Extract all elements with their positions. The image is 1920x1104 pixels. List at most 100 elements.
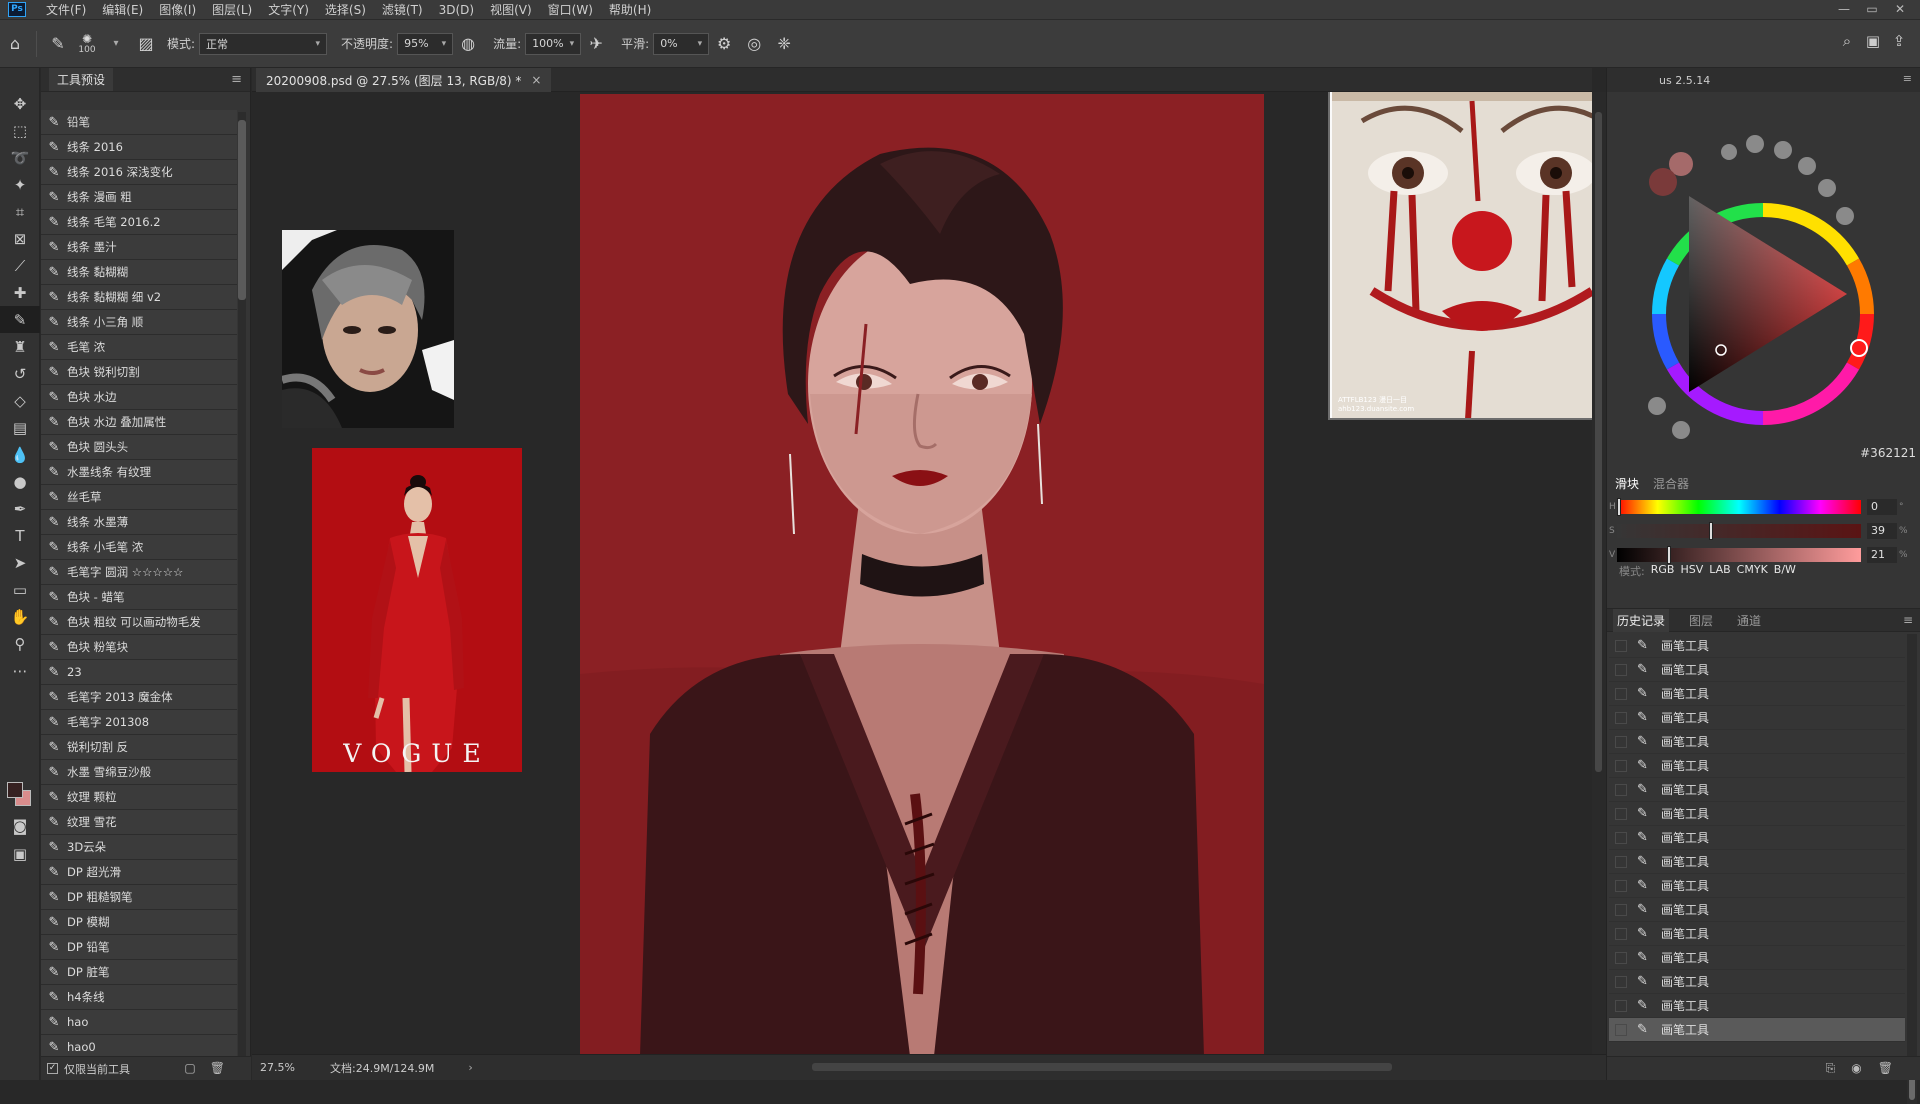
preset-item[interactable]: ✎ 色块 锐利切割 [41,360,237,385]
foreground-color-swatch[interactable] [7,782,23,798]
pressure-opacity-icon[interactable]: ◍ [456,32,480,56]
preset-item[interactable]: ✎ 3D云朵 [41,835,237,860]
brightness-value[interactable]: 21 [1867,547,1897,563]
history-scrollbar[interactable] [1907,634,1917,1104]
tab-sliders[interactable]: 滑块 [1615,475,1639,492]
history-item[interactable]: ✎ 画笔工具 [1609,826,1905,850]
document-tab[interactable]: 20200908.psd @ 27.5% (图层 13, RGB/8) * × [256,68,552,92]
history-item[interactable]: ✎ 画笔工具 [1609,898,1905,922]
history-snapshot-checkbox[interactable] [1615,807,1627,820]
restore-button[interactable]: ▭ [1858,0,1886,18]
preset-item[interactable]: ✎ 线条 小三角 顺 [41,310,237,335]
trash-icon[interactable]: 🗑 [1878,1061,1909,1075]
reference-image-red-dress[interactable]: VOGUE [312,448,522,772]
symmetry-icon[interactable]: ❈ [772,32,796,56]
history-snapshot-checkbox[interactable] [1615,783,1627,796]
slider-handle[interactable] [1667,546,1671,564]
history-brush-icon[interactable]: ↺ [0,360,40,387]
history-item[interactable]: ✎ 画笔工具 [1609,994,1905,1018]
type-icon[interactable]: T [0,522,40,549]
preset-item[interactable]: ✎ 水墨线条 有纹理 [41,460,237,485]
preset-item[interactable]: ✎ 纹理 雪花 [41,810,237,835]
history-item[interactable]: ✎ 画笔工具 [1609,778,1905,802]
preset-item[interactable]: ✎ DP 模糊 [41,910,237,935]
history-snapshot-checkbox[interactable] [1615,639,1627,652]
pen-icon[interactable]: ✒ [0,495,40,522]
menu-layer[interactable]: 图层(L) [204,0,260,20]
history-item[interactable]: ✎ 画笔工具 [1609,850,1905,874]
eyedropper-icon[interactable]: ⟋ [0,252,40,279]
panel-menu-icon[interactable]: ≡ [1903,613,1913,627]
presets-scrollbar[interactable] [238,112,246,1064]
menu-select[interactable]: 选择(S) [317,0,374,20]
preset-item[interactable]: ✎ 铅笔 [41,110,237,135]
magic-wand-icon[interactable]: ✦ [0,171,40,198]
search-icon[interactable]: ⌕ [1834,32,1860,50]
smoothing-input[interactable]: 0% ▾ [653,32,710,55]
eraser-icon[interactable]: ◇ [0,387,40,414]
reference-image-clown-face[interactable]: ATTFLB123 漫日一目 ahb123.duansite.com [1328,92,1592,420]
color-wheel-area[interactable] [1607,92,1920,472]
new-document-icon[interactable]: ⎘ [1826,1061,1852,1075]
mode-bw[interactable]: B/W [1774,563,1796,579]
home-icon[interactable]: ⌂ [3,32,27,56]
marquee-icon[interactable]: ⬚ [0,117,40,144]
preset-item[interactable]: ✎ 线条 漫画 粗 [41,185,237,210]
preset-item[interactable]: ✎ h4条线 [41,985,237,1010]
artboard-painting[interactable] [580,94,1264,1054]
slider-handle[interactable] [1709,522,1713,540]
preset-item[interactable]: ✎ 色块 粗纹 可以画动物毛发 [41,610,237,635]
minimize-button[interactable]: — [1830,0,1858,18]
history-item[interactable]: ✎ 画笔工具 [1609,682,1905,706]
preset-item[interactable]: ✎ 毛笔字 201308 [41,710,237,735]
brush-preset-picker[interactable]: ✺ 100 [73,32,101,55]
menu-help[interactable]: 帮助(H) [601,0,659,20]
chevron-right-icon[interactable]: › [468,1061,472,1074]
screen-mode-icon[interactable]: ▣ [0,840,40,867]
history-item[interactable]: ✎ 画笔工具 [1609,970,1905,994]
preset-item[interactable]: ✎ 水墨 雪绵豆沙般 [41,760,237,785]
history-snapshot-checkbox[interactable] [1615,663,1627,676]
history-snapshot-checkbox[interactable] [1615,855,1627,868]
history-snapshot-checkbox[interactable] [1615,711,1627,724]
scrollbar-thumb[interactable] [238,120,246,300]
preset-item[interactable]: ✎ 纹理 颗粒 [41,785,237,810]
more-icon[interactable]: ⋯ [0,657,40,684]
chevron-down-icon[interactable]: ▾ [104,32,128,56]
trash-icon[interactable]: 🗑 [210,1061,239,1075]
pressure-size-icon[interactable]: ◎ [742,32,766,56]
dodge-icon[interactable]: ● [0,468,40,495]
preset-item[interactable]: ✎ 毛笔字 2013 魔金体 [41,685,237,710]
brush-settings-icon[interactable]: ▨ [134,32,158,56]
history-snapshot-checkbox[interactable] [1615,903,1627,916]
preset-item[interactable]: ✎ 丝毛草 [41,485,237,510]
preset-item[interactable]: ✎ DP 铅笔 [41,935,237,960]
mode-hsv[interactable]: HSV [1680,563,1703,579]
blur-icon[interactable]: 💧 [0,441,40,468]
mode-cmyk[interactable]: CMYK [1737,563,1768,579]
mode-lab[interactable]: LAB [1709,563,1730,579]
hue-value[interactable]: 0 [1867,499,1897,515]
history-snapshot-checkbox[interactable] [1615,735,1627,748]
canvas-area[interactable]: VOGUE ATTFLB123 漫日一目 ahb123.duansite.com [252,92,1592,1054]
preset-item[interactable]: ✎ 线条 水墨薄 [41,510,237,535]
history-snapshot-checkbox[interactable] [1615,687,1627,700]
menu-file[interactable]: 文件(F) [38,0,94,20]
history-snapshot-checkbox[interactable] [1615,951,1627,964]
airbrush-icon[interactable]: ✈ [584,32,608,56]
preset-item[interactable]: ✎ 线条 小毛笔 浓 [41,535,237,560]
stamp-icon[interactable]: ♜ [0,333,40,360]
history-item[interactable]: ✎ 画笔工具 [1609,802,1905,826]
healing-icon[interactable]: ✚ [0,279,40,306]
history-item[interactable]: ✎ 画笔工具 [1609,922,1905,946]
preset-item[interactable]: ✎ 23 [41,660,237,685]
preset-item[interactable]: ✎ 色块 圆头头 [41,435,237,460]
preset-item[interactable]: ✎ 色块 水边 [41,385,237,410]
menu-image[interactable]: 图像(I) [151,0,204,20]
history-item[interactable]: ✎ 画笔工具 [1609,658,1905,682]
hand-icon[interactable]: ✋ [0,603,40,630]
history-item[interactable]: ✎ 画笔工具 [1609,730,1905,754]
history-snapshot-checkbox[interactable] [1615,927,1627,940]
slider-handle[interactable] [1617,498,1621,516]
preset-item[interactable]: ✎ 线条 毛笔 2016.2 [41,210,237,235]
